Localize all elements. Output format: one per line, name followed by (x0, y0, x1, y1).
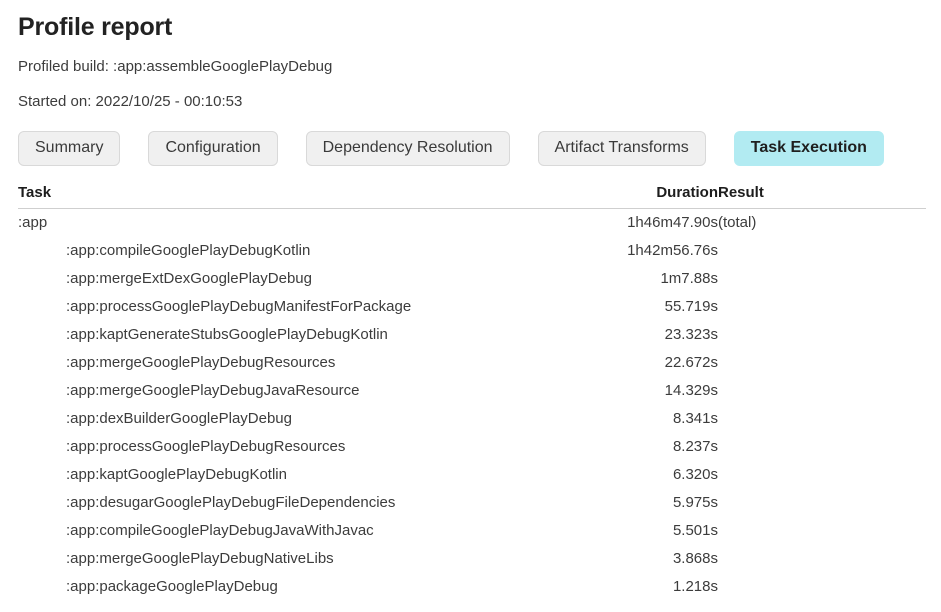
cell-duration: 5.501s (672, 521, 718, 539)
cell-result (718, 573, 926, 601)
cell-duration: 22.672s (664, 353, 718, 371)
cell-task-name: :app:mergeGooglePlayDebugResources (66, 353, 336, 371)
column-header-result: Result (718, 183, 926, 209)
table-row: :app:desugarGooglePlayDebugFileDependenc… (18, 489, 926, 517)
cell-result: (total) (718, 213, 757, 231)
table-row: :app:packageGooglePlayDebug 1.218s (18, 573, 926, 601)
task-execution-table: Task Duration Result :app 1h46m47.90s (tot… (18, 183, 926, 601)
cell-task-name: :app:compileGooglePlayDebugJavaWithJavac (66, 521, 374, 539)
started-on-label: Started on: 2022/10/25 - 00:10:53 (18, 92, 243, 110)
table-row: :app:kaptGooglePlayDebugKotlin 6.320s (18, 461, 926, 489)
table-row: :app:compileGooglePlayDebugJavaWithJavac… (18, 517, 926, 545)
cell-result (718, 489, 926, 517)
cell-result (718, 517, 926, 545)
tab-summary[interactable]: Summary (18, 130, 121, 166)
cell-task-name: :app:dexBuilderGooglePlayDebug (66, 409, 292, 427)
cell-duration: 5.975s (672, 493, 718, 511)
cell-result (718, 237, 926, 265)
cell-result (718, 405, 926, 433)
table-header-row: Task Duration Result (18, 183, 926, 209)
table-row: :app:mergeExtDexGooglePlayDebug 1m7.88s (18, 265, 926, 293)
cell-result (718, 461, 926, 489)
cell-task-name: :app:desugarGooglePlayDebugFileDependenc… (66, 493, 396, 511)
cell-task-name: :app:kaptGooglePlayDebugKotlin (66, 465, 287, 483)
cell-duration: 23.323s (664, 325, 718, 343)
tab-configuration[interactable]: Configuration (148, 130, 278, 166)
cell-duration: 55.719s (664, 297, 718, 315)
cell-result (718, 321, 926, 349)
table-row: :app:mergeGooglePlayDebugJavaResource 14.… (18, 377, 926, 405)
cell-duration: 1h46m47.90s (627, 213, 718, 231)
table-row: :app:mergeGooglePlayDebugNativeLibs 3.868… (18, 545, 926, 573)
profile-report-page: Profile report Profiled build: :app:asse… (0, 0, 941, 601)
cell-duration: 8.341s (672, 409, 718, 427)
profiled-build-label: Profiled build: :app:assembleGooglePlayD… (18, 57, 333, 75)
table-row: :app 1h46m47.90s (total) (18, 208, 926, 237)
cell-duration: 6.320s (672, 465, 718, 483)
cell-task-name: :app:mergeGooglePlayDebugNativeLibs (66, 549, 334, 567)
table-row: :app:dexBuilderGooglePlayDebug 8.341s (18, 405, 926, 433)
table-row: :app:kaptGenerateStubsGooglePlayDebugKot… (18, 321, 926, 349)
tab-dependency-resolution[interactable]: Dependency Resolution (305, 130, 510, 166)
cell-task-name: :app:mergeExtDexGooglePlayDebug (66, 269, 312, 287)
tab-task-execution[interactable]: Task Execution (733, 130, 884, 166)
table-body: :app 1h46m47.90s (total) :app:compileGoogle… (18, 208, 926, 601)
cell-task-name: :app:kaptGenerateStubsGooglePlayDebugKot… (66, 325, 388, 343)
cell-task-name: :app:packageGooglePlayDebug (66, 577, 278, 595)
cell-task-name: :app:processGooglePlayDebugManifestForPa… (66, 297, 412, 315)
cell-task-name: :app:processGooglePlayDebugResources (66, 437, 346, 455)
table-row: :app:processGooglePlayDebugManifestForPa… (18, 293, 926, 321)
cell-duration: 1h42m56.76s (627, 241, 718, 259)
cell-result (718, 377, 926, 405)
cell-duration: 1.218s (672, 577, 718, 595)
tab-bar: Summary Configuration Dependency Resolutio… (18, 130, 928, 166)
cell-result (718, 545, 926, 573)
table-row: :app:mergeGooglePlayDebugResources 22.672… (18, 349, 926, 377)
cell-duration: 8.237s (672, 437, 718, 455)
cell-task-name: :app:compileGooglePlayDebugKotlin (66, 241, 311, 259)
cell-result (718, 433, 926, 461)
tab-artifact-transforms[interactable]: Artifact Transforms (537, 130, 706, 166)
cell-result (718, 349, 926, 377)
cell-duration: 3.868s (672, 549, 718, 567)
cell-task-name: :app (18, 213, 48, 231)
page-title: Profile report (18, 13, 173, 41)
column-header-duration: Duration (598, 183, 718, 209)
cell-duration: 1m7.88s (660, 269, 718, 287)
cell-result (718, 293, 926, 321)
table-row: :app:processGooglePlayDebugResources 8.23… (18, 433, 926, 461)
table-row: :app:compileGooglePlayDebugKotlin 1h42m56… (18, 237, 926, 265)
cell-duration: 14.329s (664, 381, 718, 399)
column-header-task: Task (18, 183, 598, 209)
cell-task-name: :app:mergeGooglePlayDebugJavaResource (66, 381, 360, 399)
cell-result (718, 265, 926, 293)
